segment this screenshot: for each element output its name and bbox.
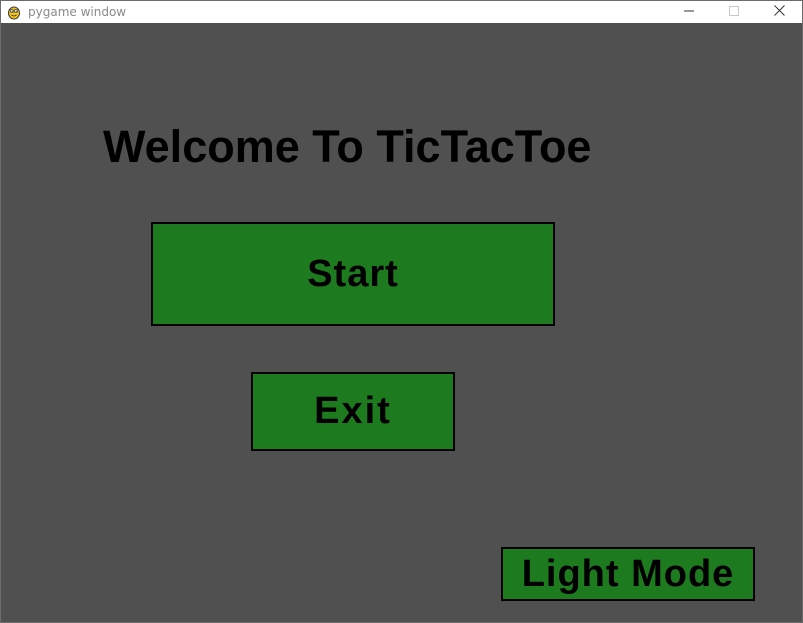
start-button[interactable]: Start (151, 222, 555, 326)
light-mode-button[interactable]: Light Mode (501, 547, 755, 601)
start-button-label: Start (307, 252, 399, 295)
exit-button[interactable]: Exit (251, 372, 455, 451)
light-mode-button-label: Light Mode (521, 552, 735, 595)
game-canvas: Welcome To TicTacToe Start Exit Light Mo… (1, 23, 802, 622)
close-icon (773, 3, 785, 21)
title-bar[interactable]: pygame window (1, 1, 802, 23)
maximize-icon (729, 3, 739, 21)
window-title: pygame window (28, 5, 127, 19)
close-button[interactable] (756, 1, 802, 23)
exit-button-label: Exit (314, 390, 392, 432)
minimize-icon (684, 3, 694, 21)
pygame-window: pygame window Welcome To TicTacToe Start (0, 0, 803, 623)
minimize-button[interactable] (666, 1, 712, 23)
welcome-heading: Welcome To TicTacToe (103, 121, 592, 172)
pygame-snake-icon (6, 4, 22, 20)
maximize-button[interactable] (711, 1, 757, 23)
